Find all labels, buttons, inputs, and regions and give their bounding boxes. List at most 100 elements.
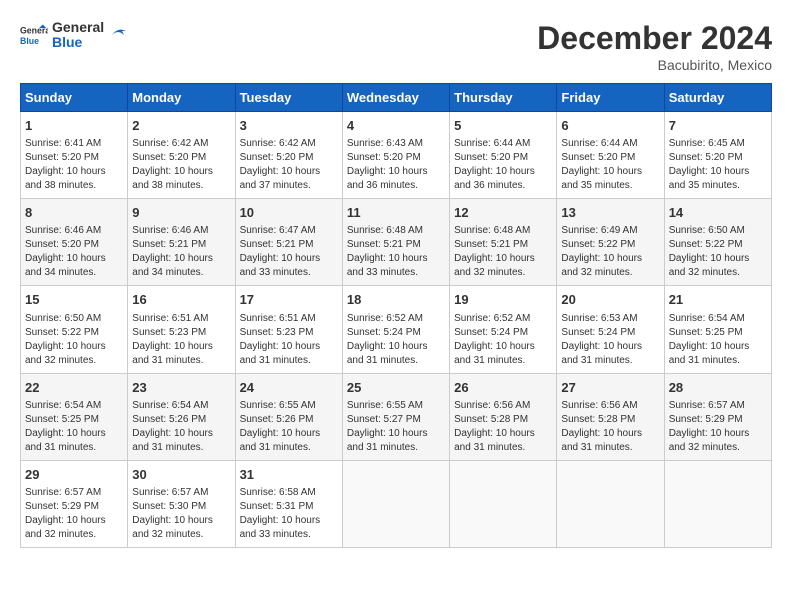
week-row-4: 22Sunrise: 6:54 AMSunset: 5:25 PMDayligh… [21,373,772,460]
calendar-cell: 16Sunrise: 6:51 AMSunset: 5:23 PMDayligh… [128,286,235,373]
day-number: 25 [347,379,445,397]
day-info-line: Daylight: 10 hours [25,252,123,266]
day-number: 26 [454,379,552,397]
day-info-line: and 31 minutes. [454,441,552,455]
day-info-line: Daylight: 10 hours [561,340,659,354]
page-header: General Blue General Blue December 2024 … [20,20,772,73]
day-info-line: and 31 minutes. [669,354,767,368]
day-info-line: Daylight: 10 hours [561,427,659,441]
day-number: 28 [669,379,767,397]
day-info-line: Daylight: 10 hours [669,427,767,441]
day-info-line: Sunrise: 6:55 AM [347,399,445,413]
day-info-line: Daylight: 10 hours [132,340,230,354]
calendar-cell [450,460,557,547]
day-info-line: and 31 minutes. [132,441,230,455]
day-info-line: and 37 minutes. [240,179,338,193]
day-info-line: and 32 minutes. [561,266,659,280]
day-number: 9 [132,204,230,222]
calendar-cell: 13Sunrise: 6:49 AMSunset: 5:22 PMDayligh… [557,199,664,286]
day-info-line: Daylight: 10 hours [240,340,338,354]
day-info-line: Sunset: 5:24 PM [347,326,445,340]
day-info-line: and 31 minutes. [25,441,123,455]
day-info-line: Sunset: 5:21 PM [347,238,445,252]
calendar-cell: 25 Sunrise: 6:55 AMSunset: 5:27 PMDayligh… [342,373,449,460]
day-info-line: and 31 minutes. [347,441,445,455]
calendar-cell: 31Sunrise: 6:58 AMSunset: 5:31 PMDayligh… [235,460,342,547]
calendar-cell: 7Sunrise: 6:45 AMSunset: 5:20 PMDaylight… [664,112,771,199]
day-info-line: Sunset: 5:31 PM [240,500,338,514]
day-info-line: Sunrise: 6:42 AM [132,137,230,151]
day-info-line: Daylight: 10 hours [347,427,445,441]
calendar-cell: 28Sunrise: 6:57 AMSunset: 5:29 PMDayligh… [664,373,771,460]
day-info-line: Daylight: 10 hours [240,514,338,528]
day-info-line: Daylight: 10 hours [240,165,338,179]
day-info-line: and 35 minutes. [669,179,767,193]
day-info-line: Sunrise: 6:44 AM [454,137,552,151]
day-info-line: and 32 minutes. [454,266,552,280]
day-info-line: and 33 minutes. [347,266,445,280]
day-number: 31 [240,466,338,484]
day-info-line: Sunset: 5:20 PM [347,151,445,165]
week-row-3: 15Sunrise: 6:50 AMSunset: 5:22 PMDayligh… [21,286,772,373]
calendar-cell: 22Sunrise: 6:54 AMSunset: 5:25 PMDayligh… [21,373,128,460]
calendar-cell: 12Sunrise: 6:48 AMSunset: 5:21 PMDayligh… [450,199,557,286]
day-info-line: Sunrise: 6:51 AM [132,312,230,326]
day-number: 5 [454,117,552,135]
day-number: 27 [561,379,659,397]
day-info-line: Sunset: 5:24 PM [454,326,552,340]
day-info-line: Daylight: 10 hours [454,165,552,179]
day-info-line: Daylight: 10 hours [347,165,445,179]
day-info-line: Sunset: 5:25 PM [669,326,767,340]
day-number: 12 [454,204,552,222]
day-info-line: Daylight: 10 hours [25,427,123,441]
day-info-line: Daylight: 10 hours [454,340,552,354]
day-info-line: and 35 minutes. [561,179,659,193]
day-info-line: Sunset: 5:23 PM [132,326,230,340]
day-info-line: Sunset: 5:20 PM [240,151,338,165]
calendar-cell: 3Sunrise: 6:42 AMSunset: 5:20 PMDaylight… [235,112,342,199]
month-title: December 2024 [537,20,772,57]
day-info-line: Sunrise: 6:45 AM [669,137,767,151]
day-info-line: Daylight: 10 hours [669,340,767,354]
day-info-line: Daylight: 10 hours [25,514,123,528]
calendar-table: SundayMondayTuesdayWednesdayThursdayFrid… [20,83,772,548]
day-info-line: Sunrise: 6:54 AM [25,399,123,413]
day-info-line: and 34 minutes. [25,266,123,280]
day-info-line: and 32 minutes. [132,528,230,542]
day-number: 2 [132,117,230,135]
calendar-cell: 15Sunrise: 6:50 AMSunset: 5:22 PMDayligh… [21,286,128,373]
day-info-line: Sunrise: 6:46 AM [25,224,123,238]
day-info-line: Daylight: 10 hours [561,252,659,266]
day-info-line: Sunset: 5:21 PM [240,238,338,252]
day-info-line: Daylight: 10 hours [132,427,230,441]
calendar-cell: 5Sunrise: 6:44 AMSunset: 5:20 PMDaylight… [450,112,557,199]
day-info-line: Sunrise: 6:55 AM [240,399,338,413]
day-info-line: Daylight: 10 hours [25,340,123,354]
day-info-line: and 38 minutes. [132,179,230,193]
day-info-line: Sunrise: 6:56 AM [561,399,659,413]
day-info-line: Daylight: 10 hours [561,165,659,179]
day-number: 1 [25,117,123,135]
calendar-cell: 1Sunrise: 6:41 AMSunset: 5:20 PMDaylight… [21,112,128,199]
day-info-line: and 31 minutes. [454,354,552,368]
day-info-line: Sunset: 5:30 PM [132,500,230,514]
day-info-line: Sunrise: 6:50 AM [669,224,767,238]
day-info-line: Daylight: 10 hours [454,427,552,441]
calendar-cell: 6Sunrise: 6:44 AMSunset: 5:20 PMDaylight… [557,112,664,199]
day-info-line: and 38 minutes. [25,179,123,193]
day-info-line: and 31 minutes. [347,354,445,368]
day-info-line: Sunrise: 6:43 AM [347,137,445,151]
calendar-cell: 29Sunrise: 6:57 AMSunset: 5:29 PMDayligh… [21,460,128,547]
day-info-line: Sunset: 5:22 PM [25,326,123,340]
day-info-line: Sunset: 5:27 PM [347,413,445,427]
day-number: 10 [240,204,338,222]
day-info-line: Sunset: 5:20 PM [25,151,123,165]
week-row-1: 1Sunrise: 6:41 AMSunset: 5:20 PMDaylight… [21,112,772,199]
header-row: SundayMondayTuesdayWednesdayThursdayFrid… [21,84,772,112]
day-info-line: Sunset: 5:20 PM [132,151,230,165]
day-info-line: Sunset: 5:22 PM [561,238,659,252]
day-number: 22 [25,379,123,397]
day-info-line: Sunset: 5:21 PM [454,238,552,252]
day-number: 8 [25,204,123,222]
day-info-line: Daylight: 10 hours [669,252,767,266]
